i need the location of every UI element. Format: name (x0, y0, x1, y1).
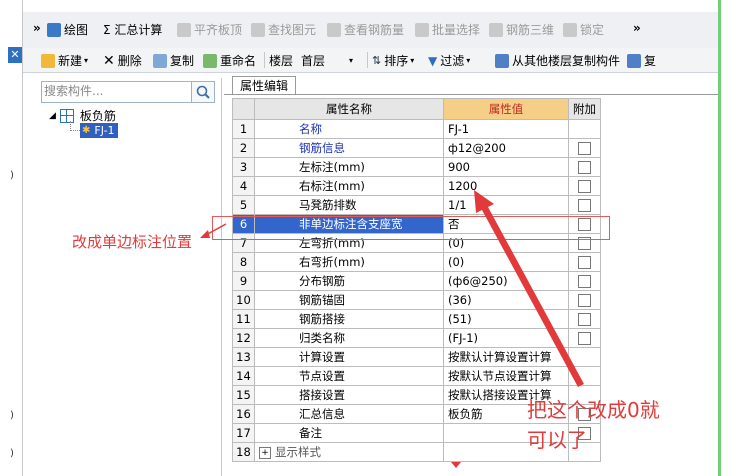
annotation-arrow-up (474, 190, 584, 387)
annotation-arrows (200, 190, 584, 468)
right-edge-border (718, 0, 736, 476)
arrowhead-icon (200, 230, 210, 238)
annotation-mark (451, 462, 461, 468)
